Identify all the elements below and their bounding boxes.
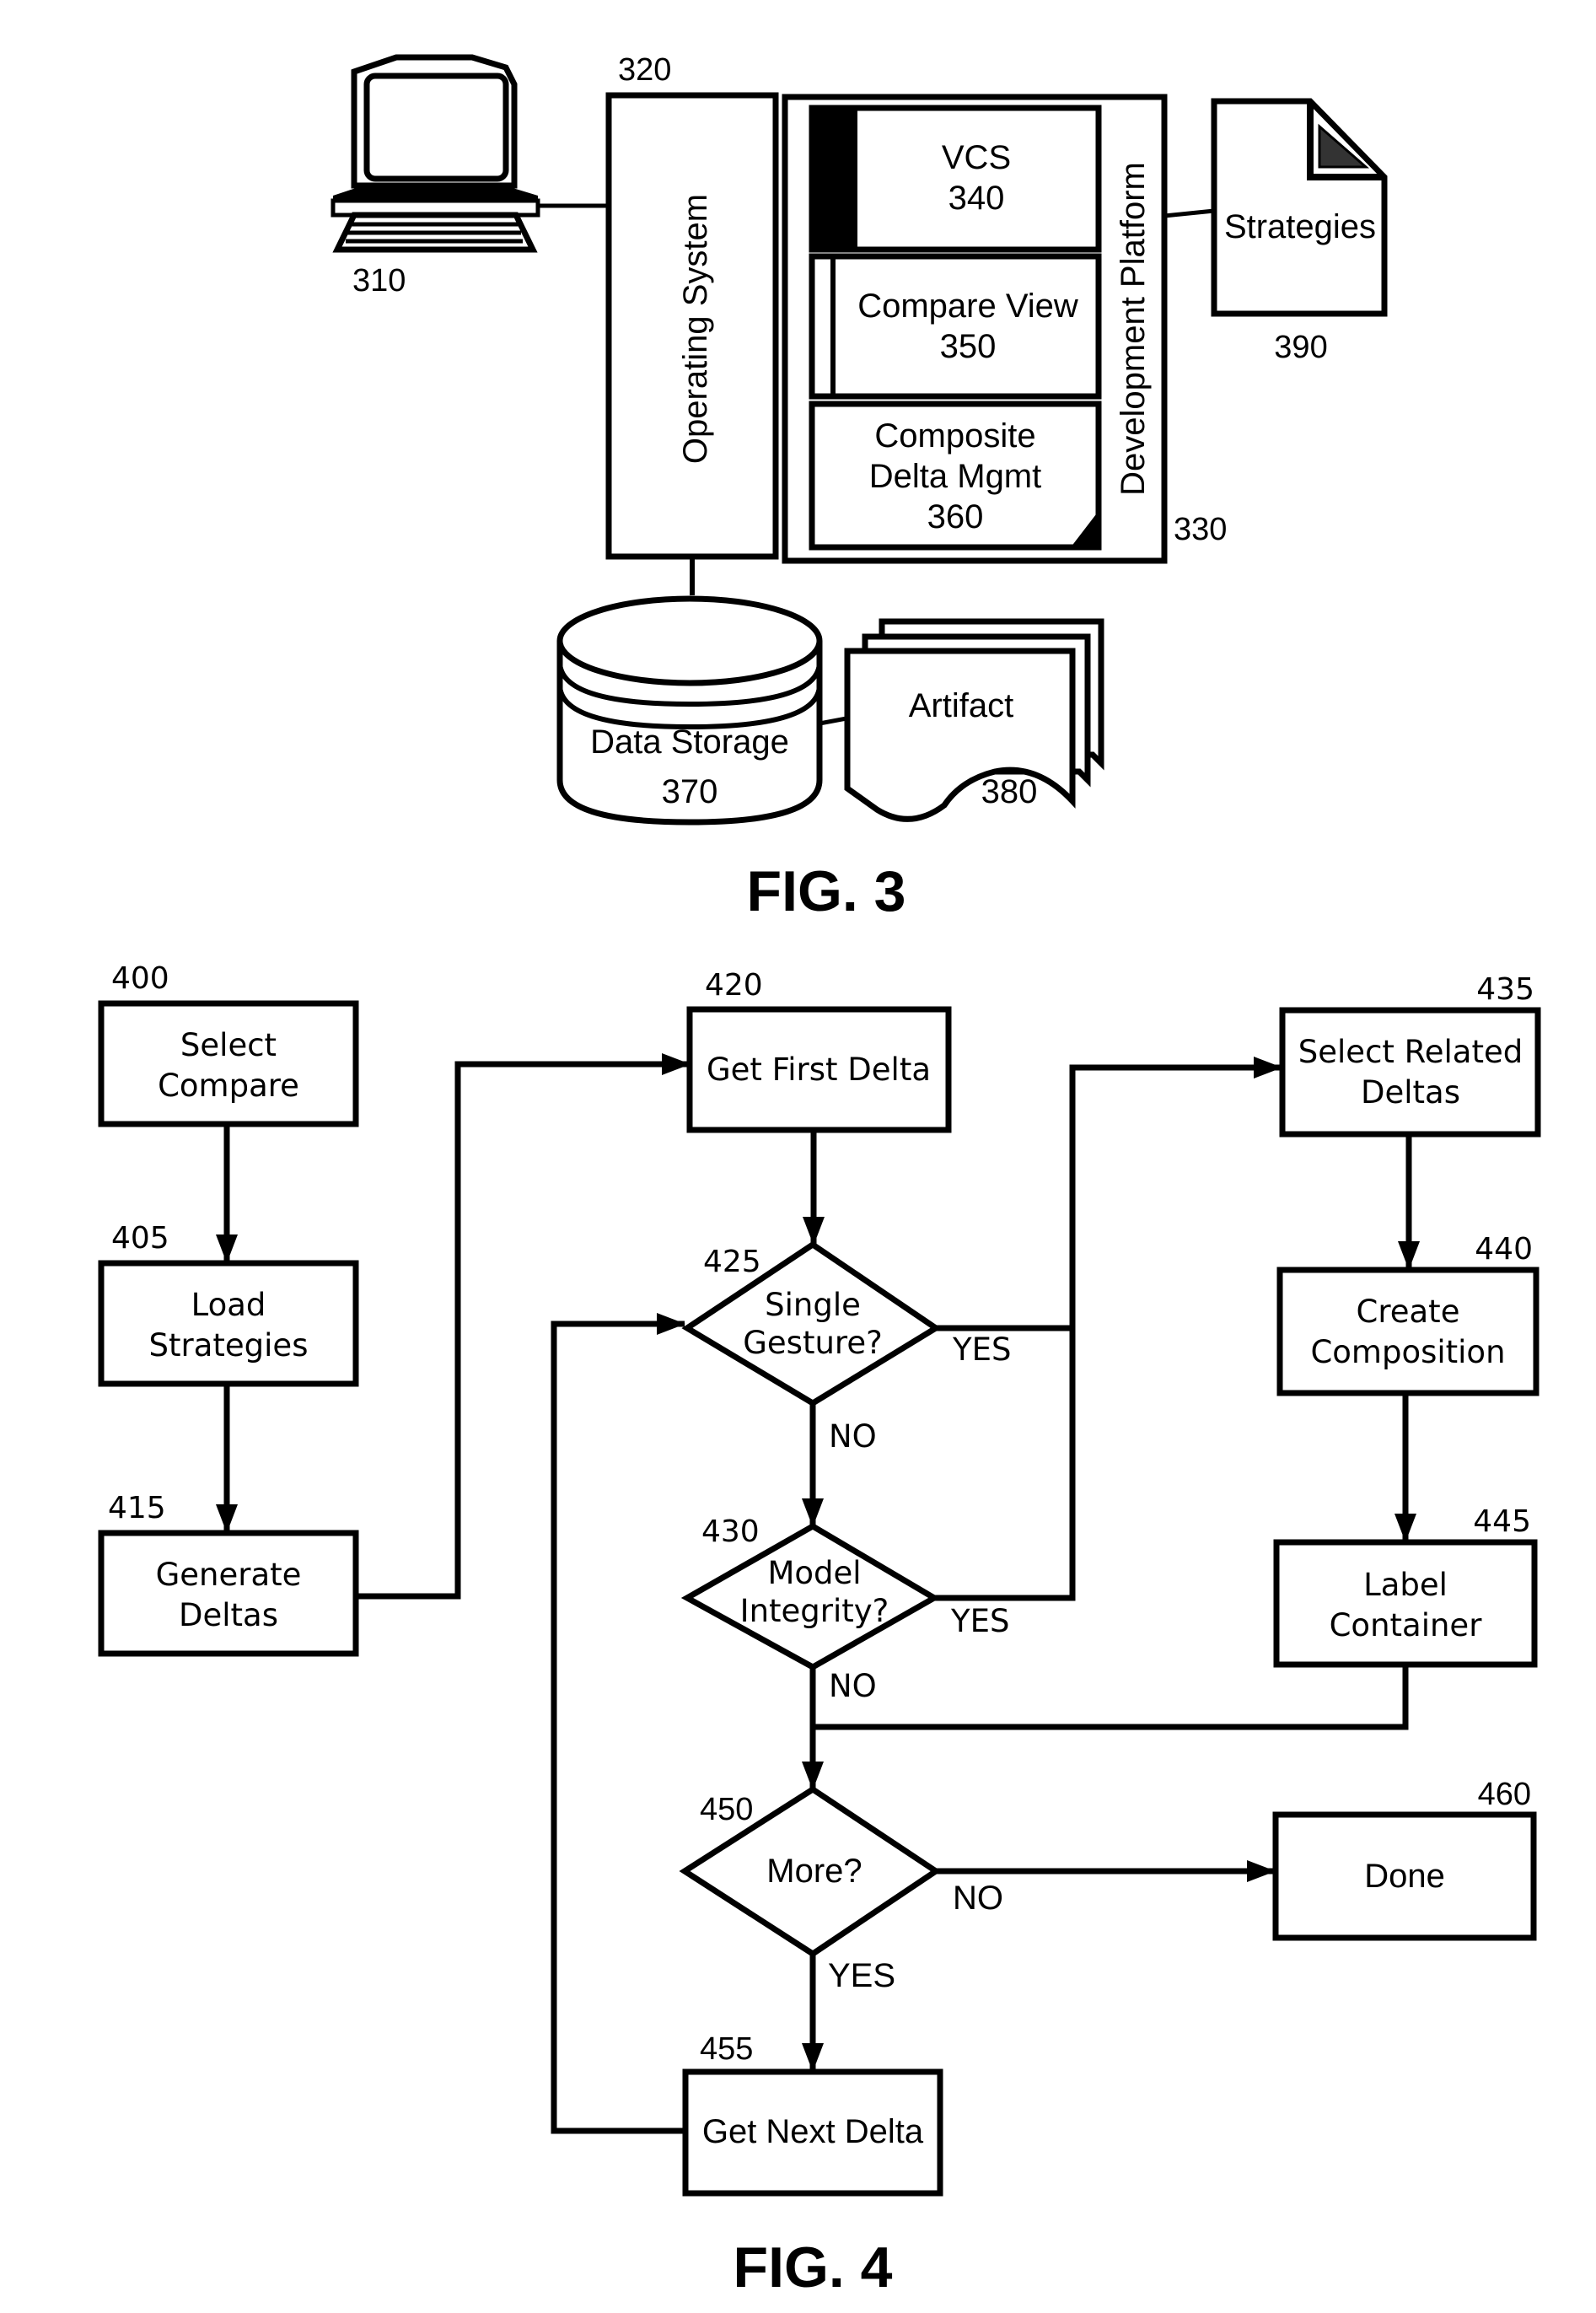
step-400-ref: 400: [111, 961, 169, 996]
vcs-label: VCS: [942, 139, 1011, 176]
step-405-ref: 405: [111, 1221, 169, 1256]
step-445-ref: 445: [1473, 1504, 1531, 1539]
strategies-ref: 390: [1274, 330, 1327, 365]
arrow-455-loop-425: [551, 1313, 685, 2134]
patent-figures: 310 320 Operating System Development Pla…: [98, 52, 1541, 2300]
computer-terminal-icon: [330, 54, 540, 253]
step-445-box: [1273, 1539, 1538, 1668]
label-425-no: NO: [829, 1418, 877, 1455]
vcs-ref: 340: [948, 180, 1005, 217]
step-435-line1: Select Related: [1298, 1034, 1523, 1070]
step-400-line1: Select: [180, 1027, 277, 1063]
step-415-box: [98, 1530, 359, 1657]
arrow-415-420: [356, 1053, 691, 1600]
label-430-no: NO: [829, 1668, 877, 1704]
composite-ref: 360: [927, 498, 984, 535]
document-icon: [1211, 98, 1388, 317]
step-460-ref: 460: [1478, 1777, 1531, 1812]
vcs-side-bar: [812, 108, 857, 250]
step-455-ref: 455: [700, 2031, 753, 2067]
computer-ref: 310: [352, 263, 406, 299]
composite-label-line2: Delta Mgmt: [869, 458, 1042, 495]
fig3-caption: FIG. 3: [747, 859, 906, 923]
fig4: 400 Select Compare 405 Load Strategies 4…: [98, 961, 1541, 2300]
data-storage-ref: 370: [662, 773, 718, 810]
step-445-line1: Label: [1363, 1567, 1448, 1603]
step-435-ref: 435: [1476, 972, 1534, 1007]
step-440-line2: Composition: [1310, 1334, 1505, 1370]
step-400-box: [98, 1000, 359, 1127]
label-450-no: NO: [953, 1880, 1003, 1917]
step-460-line1: Done: [1364, 1858, 1445, 1895]
os-ref: 320: [618, 52, 671, 88]
decision-425-line1: Single: [765, 1287, 861, 1323]
step-440-box: [1276, 1267, 1540, 1396]
strategies-label: Strategies: [1224, 208, 1376, 245]
step-440-line1: Create: [1357, 1294, 1460, 1330]
step-440-ref: 440: [1475, 1232, 1533, 1267]
step-405-line1: Load: [191, 1287, 266, 1323]
decision-425-line2: Gesture?: [743, 1325, 882, 1361]
compare-view-box: [809, 253, 1102, 400]
decision-430-line2: Integrity?: [740, 1593, 889, 1629]
step-415-line1: Generate: [156, 1557, 302, 1593]
label-425-yes: YES: [952, 1331, 1011, 1368]
artifact-ref: 380: [981, 773, 1038, 810]
step-425-ref: 425: [703, 1245, 761, 1279]
step-415-line2: Deltas: [179, 1597, 278, 1633]
artifact-label: Artifact: [909, 687, 1013, 724]
step-435-box: [1279, 1007, 1541, 1138]
step-430-ref: 430: [701, 1514, 760, 1549]
decision-450-line1: More?: [766, 1853, 862, 1890]
step-405-box: [98, 1260, 359, 1387]
decision-430-line1: Model: [767, 1555, 861, 1591]
step-455-line1: Get Next Delta: [702, 2113, 924, 2150]
data-storage-label: Data Storage: [590, 723, 789, 761]
step-445-line2: Container: [1330, 1607, 1483, 1643]
label-430-yes: YES: [950, 1603, 1009, 1639]
fig4-caption: FIG. 4: [734, 2235, 893, 2300]
operating-system-label: Operating System: [677, 194, 714, 464]
composite-label-line1: Composite: [874, 417, 1035, 455]
compare-view-ref: 350: [940, 328, 997, 365]
step-420-ref: 420: [705, 968, 763, 1003]
fig3: 310 320 Operating System Development Pla…: [330, 52, 1388, 923]
step-400-line2: Compare: [158, 1068, 299, 1104]
step-420-line1: Get First Delta: [707, 1052, 931, 1088]
compare-view-label: Compare View: [857, 288, 1078, 325]
platform-ref: 330: [1174, 512, 1227, 547]
step-435-line2: Deltas: [1361, 1074, 1460, 1111]
development-platform-label: Development Platform: [1115, 162, 1152, 496]
step-405-line2: Strategies: [149, 1327, 309, 1364]
step-450-ref: 450: [700, 1792, 753, 1827]
label-450-yes: YES: [828, 1957, 895, 1994]
step-415-ref: 415: [108, 1491, 166, 1525]
line-445-merge: [813, 1665, 1409, 1730]
